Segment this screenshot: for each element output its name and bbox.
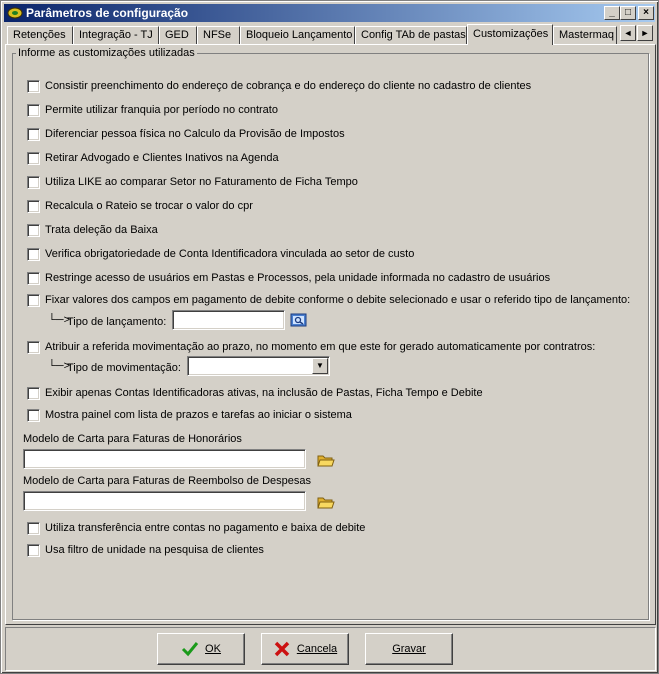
chevron-down-icon[interactable]: ▼	[312, 358, 328, 374]
tab-integracao-tj[interactable]: Integração - TJ	[73, 26, 159, 44]
tab-scroll-right-icon[interactable]: ►	[637, 25, 653, 41]
app-logo-icon	[7, 7, 23, 19]
option-checkbox[interactable]	[27, 544, 40, 557]
option-checkbox[interactable]	[27, 248, 40, 261]
minimize-button[interactable]: _	[604, 6, 620, 20]
option-checkbox[interactable]	[27, 80, 40, 93]
save-label: Gravar	[392, 643, 426, 655]
tipo-movimentacao-label: Tipo de movimentação:	[67, 362, 181, 374]
option-label: Recalcula o Rateio se trocar o valor do …	[45, 200, 253, 212]
option-label: Diferenciar pessoa física no Calculo da …	[45, 128, 345, 140]
option-label: Verifica obrigatoriedade de Conta Identi…	[45, 248, 415, 260]
option-label: Consistir preenchimento do endereço de c…	[45, 80, 532, 92]
modelo-reembolso-label: Modelo de Carta para Faturas de Reembols…	[23, 475, 311, 487]
tab-bloqueio-lancamento[interactable]: Bloqueio Lançamento	[240, 26, 355, 44]
ok-label: OK	[205, 643, 221, 655]
cancel-button[interactable]: Cancela	[261, 633, 349, 665]
option-checkbox[interactable]	[27, 176, 40, 189]
tipo-lancamento-input[interactable]	[172, 310, 285, 330]
option-checkbox[interactable]	[27, 128, 40, 141]
option-checkbox[interactable]	[27, 200, 40, 213]
option-label: Restringe acesso de usuários em Pastas e…	[45, 272, 551, 284]
tab-nfse[interactable]: NFSe	[197, 26, 240, 44]
option-checkbox[interactable]	[27, 224, 40, 237]
modelo-reembolso-input[interactable]	[23, 491, 306, 511]
open-folder-icon[interactable]	[317, 452, 335, 468]
checkmark-icon	[181, 642, 199, 657]
option-label: Trata deleção da Baixa	[45, 224, 158, 236]
search-lookup-icon[interactable]	[290, 312, 308, 328]
modelo-honorarios-input[interactable]	[23, 449, 306, 469]
tab-scroll-left-icon[interactable]: ◄	[620, 25, 636, 41]
configuration-window: Parâmetros de configuração _ □ × Retençõ…	[0, 0, 659, 674]
option-label: Retirar Advogado e Clientes Inativos na …	[45, 152, 279, 164]
tab-ged[interactable]: GED	[159, 26, 197, 44]
option-checkbox[interactable]	[27, 409, 40, 422]
tab-retencoes[interactable]: Retenções	[7, 26, 73, 44]
tab-customizacoes[interactable]: Customizações	[467, 24, 553, 45]
option-checkbox[interactable]	[27, 272, 40, 285]
tab-mastermaq[interactable]: Mastermaq	[553, 26, 617, 44]
option-checkbox[interactable]	[27, 294, 40, 307]
option-label: Utiliza LIKE ao comparar Setor no Fatura…	[45, 176, 358, 188]
close-button[interactable]: ×	[638, 6, 654, 20]
save-button[interactable]: Gravar	[365, 633, 453, 665]
tipo-movimentacao-select[interactable]: ▼	[187, 356, 330, 376]
option-checkbox[interactable]	[27, 387, 40, 400]
modelo-honorarios-label: Modelo de Carta para Faturas de Honorári…	[23, 433, 242, 445]
maximize-button[interactable]: □	[620, 6, 636, 20]
option-label: Exibir apenas Contas Identificadoras ati…	[45, 387, 483, 399]
option-label: Permite utilizar franquia por período no…	[45, 104, 278, 116]
option-checkbox[interactable]	[27, 522, 40, 535]
option-label: Utiliza transferência entre contas no pa…	[45, 522, 366, 534]
option-label: Atribuir a referida movimentação ao praz…	[45, 341, 596, 353]
option-label: Usa filtro de unidade na pesquisa de cli…	[45, 544, 264, 556]
title-bar[interactable]: Parâmetros de configuração _ □ ×	[4, 4, 655, 22]
button-bar: OK Cancela Gravar	[5, 627, 656, 671]
window-title: Parâmetros de configuração	[26, 6, 189, 20]
option-label: Mostra painel com lista de prazos e tare…	[45, 409, 352, 421]
option-checkbox[interactable]	[27, 152, 40, 165]
customizacoes-page: Informe as customizações utilizadas Cons…	[5, 44, 656, 625]
option-checkbox[interactable]	[27, 104, 40, 117]
option-label: Fixar valores dos campos em pagamento de…	[45, 294, 631, 306]
tipo-lancamento-label: Tipo de lançamento:	[67, 316, 167, 328]
option-checkbox[interactable]	[27, 341, 40, 354]
cancel-x-icon	[274, 641, 290, 657]
tab-config-tab-pastas[interactable]: Config TAb de pastas	[355, 26, 467, 44]
ok-button[interactable]: OK	[157, 633, 245, 665]
open-folder-icon[interactable]	[317, 494, 335, 510]
tab-strip: Retenções Integração - TJ GED NFSe Bloqu…	[5, 24, 656, 45]
cancel-label: Cancela	[296, 643, 338, 655]
group-title: Informe as customizações utilizadas	[16, 47, 197, 59]
